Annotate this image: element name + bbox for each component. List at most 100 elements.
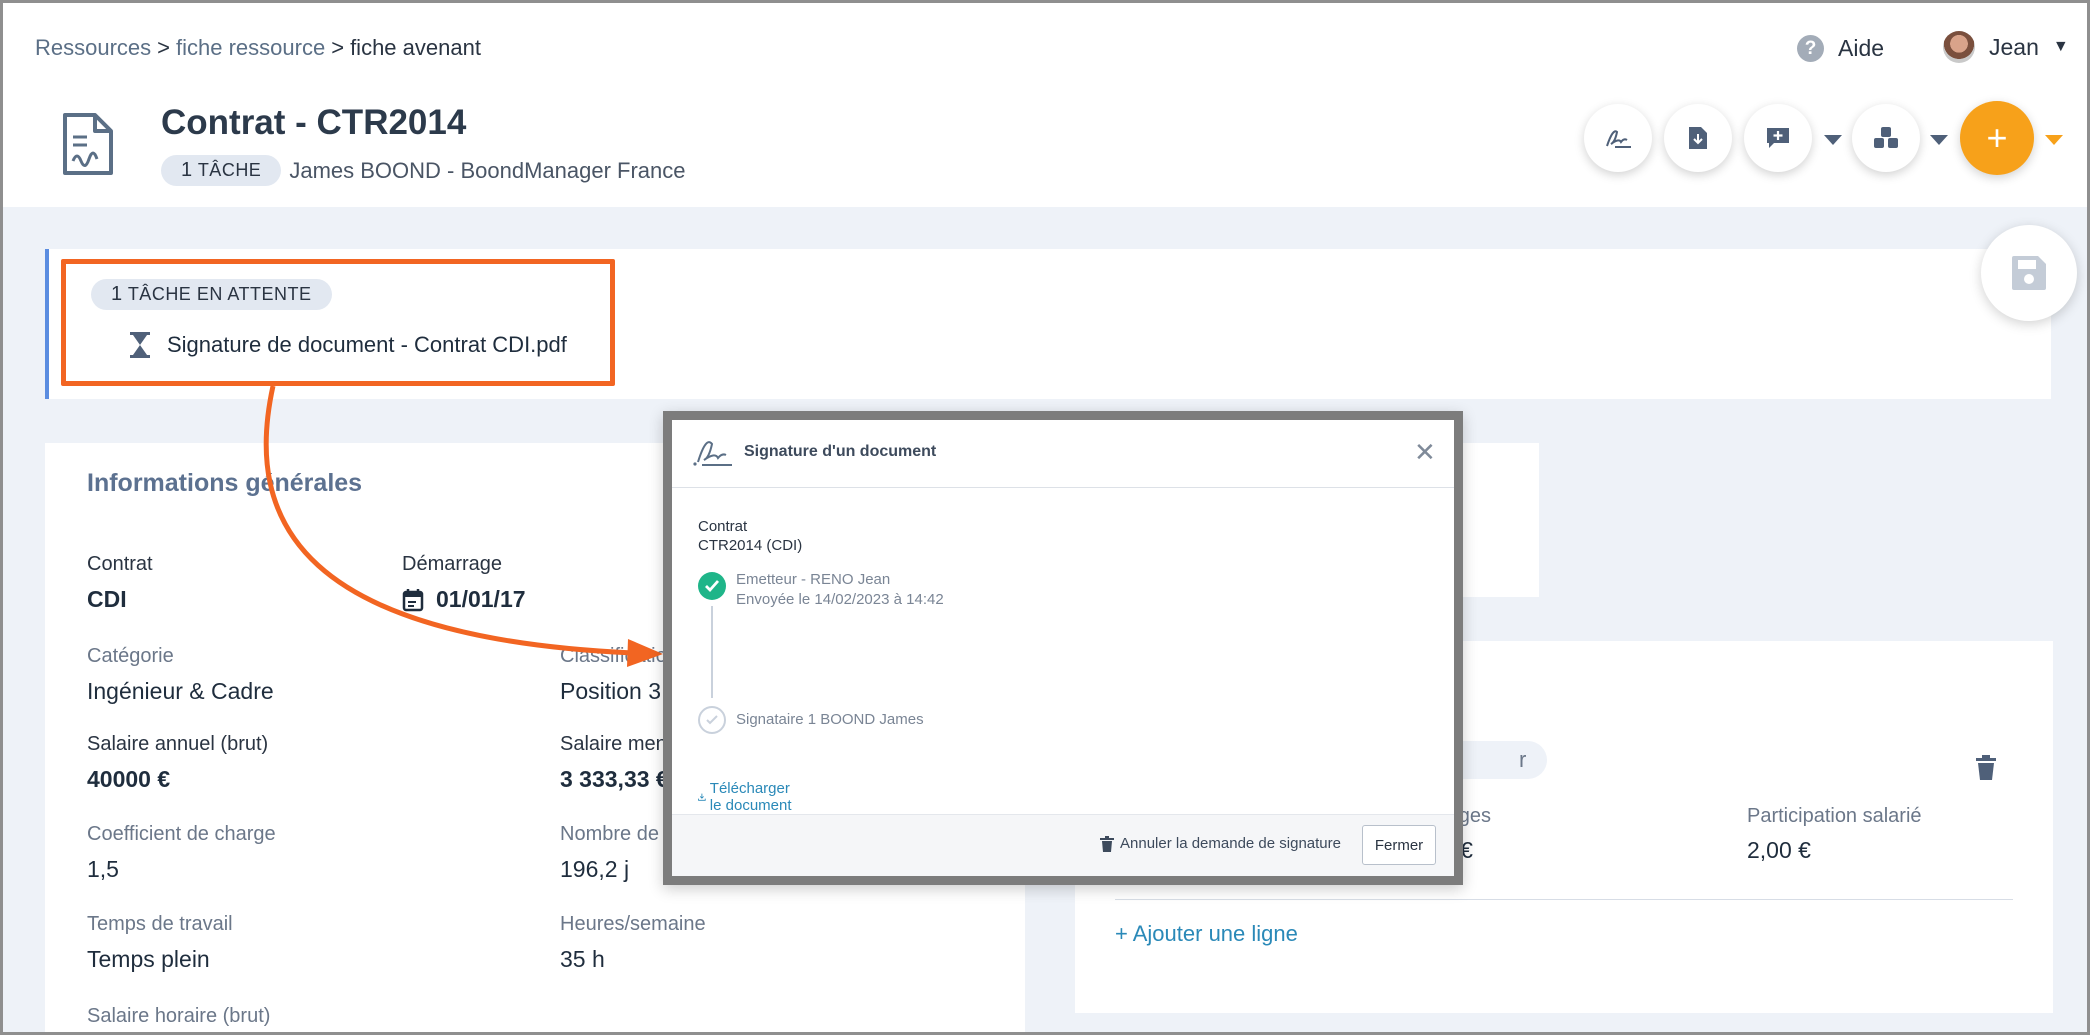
floppy-disk-icon: [2012, 256, 2046, 290]
field-value: 3 333,33 €: [560, 766, 669, 792]
step-connector: [711, 606, 713, 698]
download-label: Télécharger le document: [709, 780, 792, 814]
step-done-check-icon: [698, 572, 726, 600]
field-coefficient: Coefficient de charge 1,5: [87, 823, 276, 883]
field-nombre: Nombre de 196,2 j: [560, 823, 659, 883]
document-reference: CTR2014 (CDI): [698, 537, 803, 554]
question-icon: ?: [1797, 35, 1824, 62]
participation-label: Participation salarié: [1747, 805, 1922, 827]
field-label: Heures/semaine: [560, 913, 706, 935]
user-name: Jean: [1989, 33, 2039, 60]
highlight-box: [61, 259, 615, 386]
field-classification: Classificatio Position 3: [560, 645, 667, 705]
signature-button[interactable]: [1584, 104, 1652, 172]
field-label: Coefficient de charge: [87, 823, 276, 845]
signature-icon: [693, 441, 732, 466]
breadcrumb-current: fiche avenant: [350, 35, 481, 60]
field-value: Temps plein: [87, 946, 210, 972]
field-salaire-annuel: Salaire annuel (brut) 40000 €: [87, 733, 268, 793]
cancel-signature-button[interactable]: Annuler la demande de signature: [1100, 835, 1341, 852]
contract-document-icon: [63, 113, 113, 175]
user-menu[interactable]: Jean ▼: [1943, 31, 2069, 63]
field-heures: Heures/semaine 35 h: [560, 913, 706, 973]
comment-icon: [1767, 128, 1789, 148]
task-count-word: TÂCHE: [197, 160, 262, 180]
task-count-number: 1: [181, 159, 193, 181]
download-document-button[interactable]: [1664, 104, 1732, 172]
modal-footer: Annuler la demande de signature Fermer: [672, 814, 1454, 876]
field-value: 1,5: [87, 856, 119, 882]
modal-header: Signature d'un document ✕: [672, 420, 1454, 488]
field-demarrage: Démarrage 01/01/17: [402, 553, 526, 613]
field-value: CDI: [87, 586, 127, 612]
resource-name: James BOOND - BoondManager France: [289, 157, 686, 183]
field-value: Ingénieur & Cadre: [87, 678, 274, 704]
download-document-link[interactable]: Télécharger le document: [698, 780, 802, 814]
save-button[interactable]: [1981, 225, 2077, 321]
plus-icon: +: [1986, 117, 2008, 158]
modal-body: Contrat CTR2014 (CDI) Emetteur - RENO Je…: [698, 518, 944, 814]
page-header: Ressources > fiche ressource > fiche ave…: [3, 3, 2087, 207]
trash-icon[interactable]: [1975, 755, 1997, 781]
signature-icon: [1606, 130, 1631, 148]
field-label: Nombre de: [560, 823, 659, 845]
calendar-icon: [402, 588, 424, 611]
field-value: 01/01/17: [436, 586, 526, 612]
field-temps-travail: Temps de travail Temps plein: [87, 913, 233, 973]
download-icon: [698, 793, 706, 801]
help-label: Aide: [1838, 35, 1885, 61]
field-salaire-horaire: Salaire horaire (brut): [87, 1005, 270, 1028]
trash-icon: [1100, 835, 1114, 852]
step-sender-title: Emetteur - RENO Jean: [736, 571, 891, 588]
section-title: Informations générales: [87, 469, 363, 497]
breadcrumb-ressources[interactable]: Ressources: [35, 35, 151, 61]
comment-dropdown-caret[interactable]: [1824, 135, 1842, 145]
field-categorie: Catégorie Ingénieur & Cadre: [87, 645, 274, 705]
help-link[interactable]: ? Aide: [1797, 35, 1884, 62]
field-value: 40000 €: [87, 766, 171, 792]
participation-value: 2,00 €: [1747, 837, 1811, 863]
field-label: Contrat: [87, 553, 153, 575]
field-contrat: Contrat CDI: [87, 553, 153, 613]
step-sender: Emetteur - RENO Jean Envoyée le 14/02/20…: [736, 570, 944, 610]
add-line-link[interactable]: + Ajouter une ligne: [1115, 921, 1298, 947]
field-value: 35 h: [560, 946, 605, 972]
page-subtitle: 1 TÂCHE James BOOND - BoondManager Franc…: [161, 155, 686, 186]
field-label: Classificatio: [560, 645, 667, 667]
divider: [1115, 899, 2013, 900]
field-value-row: 01/01/17: [402, 586, 526, 613]
page-title: Contrat - CTR2014: [161, 103, 467, 142]
close-icon[interactable]: ✕: [1414, 439, 1436, 465]
field-label: Salaire men: [560, 733, 667, 755]
cubes-icon: [1874, 127, 1898, 148]
step-signer: Signataire 1 BOOND James: [736, 711, 924, 728]
breadcrumb-separator: >: [157, 35, 171, 60]
field-value: 196,2 j: [560, 856, 630, 882]
avatar: [1943, 31, 1975, 63]
field-label: Salaire horaire (brut): [87, 1005, 271, 1027]
field-label: Salaire annuel (brut): [87, 733, 269, 755]
download-file-icon: [1689, 127, 1707, 149]
add-button[interactable]: +: [1960, 101, 2034, 175]
task-count-badge[interactable]: 1 TÂCHE: [161, 155, 282, 186]
field-salaire-mensuel: Salaire men 3 333,33 €: [560, 733, 669, 793]
breadcrumb-separator: >: [331, 35, 345, 60]
breadcrumb: Ressources > fiche ressource > fiche ave…: [35, 35, 481, 61]
signature-modal: Signature d'un document ✕ Contrat CTR201…: [663, 411, 1463, 885]
close-button[interactable]: Fermer: [1362, 825, 1436, 865]
field-label: Démarrage: [402, 553, 503, 575]
breadcrumb-fiche-ressource[interactable]: fiche ressource: [176, 35, 325, 61]
step-pending-check-icon: [698, 706, 726, 734]
cancel-signature-label: Annuler la demande de signature: [1120, 835, 1341, 852]
comment-button[interactable]: [1744, 104, 1812, 172]
add-dropdown-caret[interactable]: [2045, 135, 2063, 145]
modal-title: Signature d'un document: [744, 443, 937, 460]
modules-button[interactable]: [1852, 104, 1920, 172]
app-window: Ressources > fiche ressource > fiche ave…: [0, 0, 2090, 1035]
field-value: Position 3: [560, 678, 662, 704]
chevron-down-icon: ▼: [2052, 38, 2069, 55]
field-label: Temps de travail: [87, 913, 233, 935]
modules-dropdown-caret[interactable]: [1930, 135, 1948, 145]
document-type-label: Contrat: [698, 518, 748, 535]
field-label: Catégorie: [87, 645, 174, 667]
